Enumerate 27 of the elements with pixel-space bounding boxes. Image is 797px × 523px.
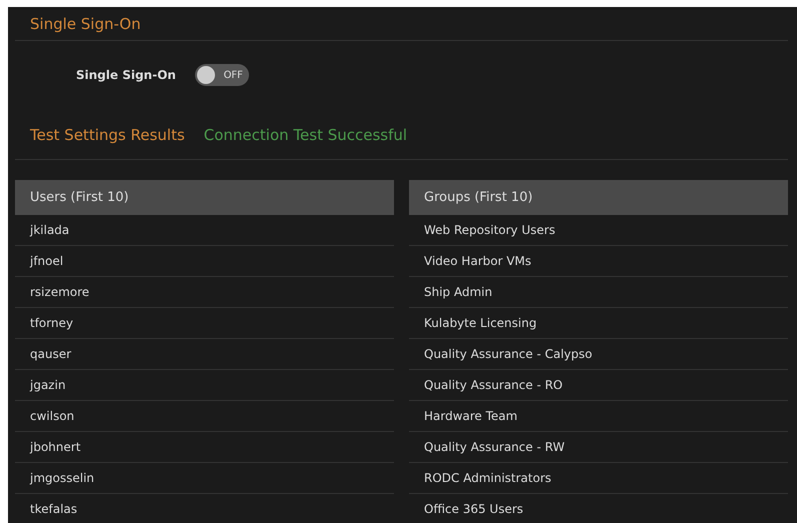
toggle-switch[interactable]: OFF [194,64,249,86]
table-cell: tforney [15,308,394,339]
table-cell: RODC Administrators [409,463,788,494]
table-cell: Quality Assurance - RW [409,432,788,463]
table-header: Groups (First 10) [409,180,788,215]
table-cell: jfnoel [15,246,394,277]
table-cell: Office 365 Users [409,494,788,523]
table-cell: jgazin [15,370,394,401]
results-title: Test Settings Results [30,126,185,144]
table-cell: jkilada [15,215,394,246]
table-cell: Kulabyte Licensing [409,308,788,339]
table-cell: Hardware Team [409,401,788,432]
table-cell: Web Repository Users [409,215,788,246]
table-cell: Video Harbor VMs [409,246,788,277]
table-cell: rsizemore [15,277,394,308]
section-title: Single Sign-On [30,14,141,32]
table-header: Users (First 10) [15,180,394,215]
table-cell: cwilson [15,401,394,432]
table-cell: Quality Assurance - Calypso [409,339,788,370]
table-cell: jmgosselin [15,463,394,494]
table-cell: Ship Admin [409,277,788,308]
table-cell: jbohnert [15,432,394,463]
toggle-label: Single Sign-On [76,68,176,82]
status-message: Connection Test Successful [204,126,408,144]
table-cell: Quality Assurance - RO [409,370,788,401]
table-cell: tkefalas [15,494,394,523]
table-cell: qauser [15,339,394,370]
